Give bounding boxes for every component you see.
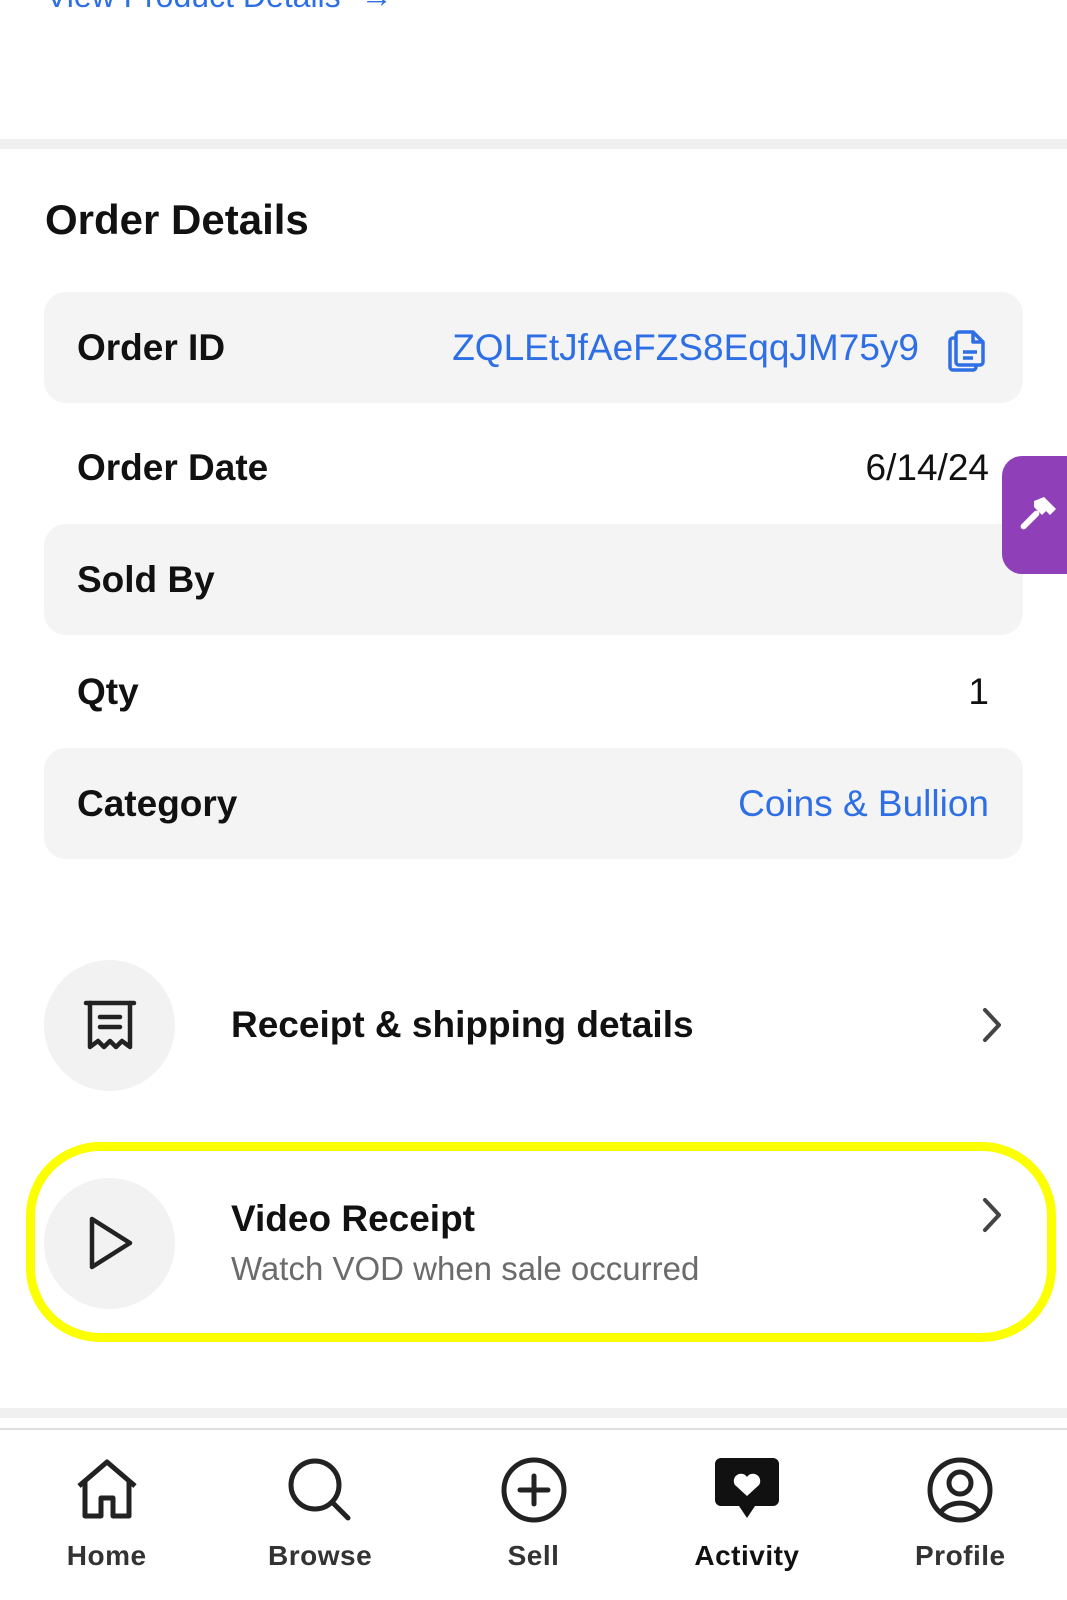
- view-product-details-label: View Product Details: [46, 0, 341, 14]
- side-tab[interactable]: [1002, 456, 1067, 574]
- nav-home[interactable]: Home: [0, 1430, 213, 1600]
- plus-circle-icon: [496, 1452, 572, 1528]
- order-date-value: 6/14/24: [865, 446, 989, 488]
- nav-browse[interactable]: Browse: [213, 1430, 426, 1600]
- sold-by-label: Sold By: [77, 558, 215, 600]
- copy-icon[interactable]: [945, 324, 989, 372]
- play-icon-circle: [44, 1177, 175, 1309]
- order-id-value[interactable]: ZQLEtJfAeFZS8EqqJM75y9: [452, 327, 919, 369]
- sold-by-row: Sold By: [44, 524, 1023, 635]
- nav-profile-label: Profile: [915, 1540, 1006, 1571]
- nav-profile[interactable]: Profile: [854, 1430, 1067, 1600]
- receipt-icon: [83, 1000, 136, 1050]
- nav-activity-label: Activity: [694, 1540, 800, 1571]
- arrow-right-icon: →: [361, 0, 393, 14]
- receipt-shipping-row[interactable]: Receipt & shipping details: [44, 959, 1026, 1091]
- order-id-label: Order ID: [77, 326, 226, 368]
- receipt-title: Receipt & shipping details: [231, 1004, 694, 1045]
- user-circle-icon: [922, 1452, 998, 1528]
- video-receipt-subtitle: Watch VOD when sale occurred: [231, 1250, 700, 1287]
- nav-sell-label: Sell: [507, 1540, 560, 1571]
- qty-value: 1: [968, 670, 989, 712]
- hammer-icon: [1020, 497, 1056, 530]
- nav-browse-label: Browse: [268, 1540, 373, 1571]
- nav-sell[interactable]: Sell: [427, 1430, 640, 1600]
- heart-chat-icon: [709, 1452, 785, 1528]
- nav-home-label: Home: [66, 1540, 147, 1571]
- home-icon: [69, 1452, 145, 1528]
- search-icon: [282, 1452, 358, 1528]
- receipt-text: Receipt & shipping details: [231, 1004, 976, 1046]
- section-divider: [0, 139, 1067, 149]
- qty-label: Qty: [77, 670, 139, 712]
- order-detail-screen: View Product Details → Order Details Orde…: [0, 0, 1067, 1600]
- order-id-value-group: ZQLEtJfAeFZS8EqqJM75y9: [452, 324, 989, 372]
- chevron-right-icon: [976, 1194, 1006, 1236]
- category-value[interactable]: Coins & Bullion: [738, 783, 989, 825]
- bottom-nav: Home Browse Sell Activity Profile: [0, 1428, 1067, 1600]
- video-receipt-text: Video Receipt Watch VOD when sale occurr…: [231, 1198, 976, 1288]
- receipt-icon-circle: [44, 959, 175, 1091]
- view-product-details-link[interactable]: View Product Details →: [46, 0, 393, 15]
- play-icon: [89, 1216, 132, 1270]
- order-date-row: Order Date 6/14/24: [44, 412, 1023, 523]
- section-divider-bottom: [0, 1408, 1067, 1418]
- chevron-right-icon: [976, 1004, 1006, 1046]
- video-receipt-title: Video Receipt: [231, 1198, 476, 1239]
- category-row: Category Coins & Bullion: [44, 748, 1023, 859]
- order-details-title: Order Details: [45, 196, 309, 243]
- category-label: Category: [77, 782, 238, 824]
- video-receipt-row[interactable]: Video Receipt Watch VOD when sale occurr…: [44, 1177, 1026, 1309]
- nav-activity[interactable]: Activity: [640, 1430, 853, 1600]
- qty-row: Qty 1: [44, 636, 1023, 747]
- order-date-label: Order Date: [77, 446, 269, 488]
- order-id-row: Order ID ZQLEtJfAeFZS8EqqJM75y9: [44, 292, 1023, 403]
